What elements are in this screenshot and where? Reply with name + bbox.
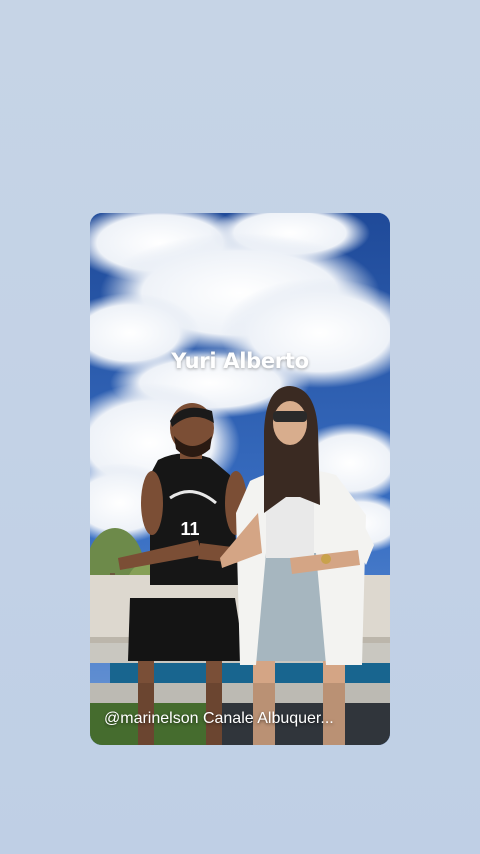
svg-text:11: 11 (180, 519, 199, 539)
name-sticker: Yuri Alberto (171, 349, 309, 373)
credit-caption[interactable]: @marinelson Canale Albuquer... (104, 710, 384, 728)
story-media-card[interactable]: 11 Yuri Alberto @marinelson Canale Albuq… (90, 213, 390, 745)
story-photo: 11 (90, 213, 390, 745)
